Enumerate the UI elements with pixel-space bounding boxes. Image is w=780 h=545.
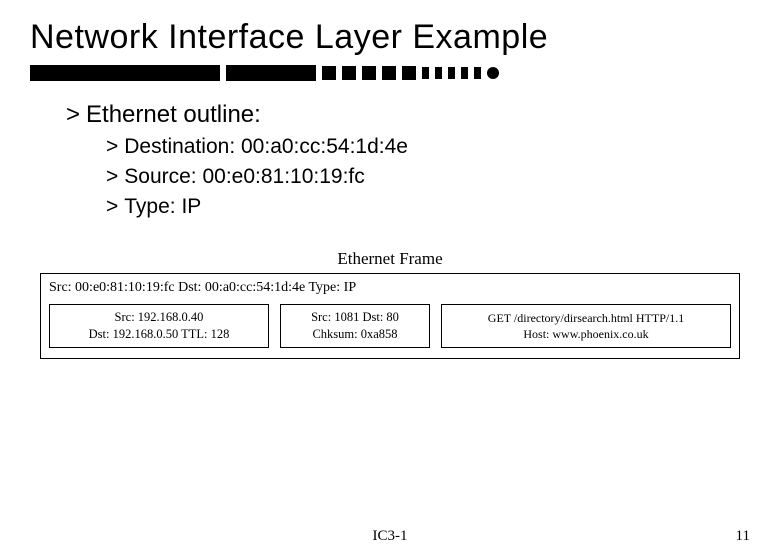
http-box: GET /directory/dirsearch.html HTTP/1.1 H… (441, 304, 731, 348)
tcp-box: Src: 1081 Dst: 80 Chksum: 0xa858 (280, 304, 430, 348)
outline-item: > Destination: 00:a0:cc:54:1d:4e (106, 135, 750, 159)
ip-line: Dst: 192.168.0.50 TTL: 128 (56, 326, 262, 343)
outline-heading: >Ethernet outline: (66, 101, 750, 129)
deco-bar (402, 66, 416, 80)
outline-item-text: Destination: 00:a0:cc:54:1d:4e (124, 135, 408, 158)
deco-bar (226, 65, 316, 81)
deco-bar (461, 67, 468, 79)
deco-bar (435, 67, 442, 79)
frame-label: Ethernet Frame (40, 249, 740, 269)
ethernet-header-line: Src: 00:e0:81:10:19:fc Dst: 00:a0:cc:54:… (49, 280, 731, 296)
outline-item: > Source: 00:e0:81:10:19:fc (106, 165, 750, 189)
chevron-icon: > (106, 135, 118, 159)
ip-line: Src: 192.168.0.40 (56, 309, 262, 326)
outline-heading-text: Ethernet outline: (86, 101, 261, 128)
content-area: >Ethernet outline: >Destination: 00:a0:c… (30, 101, 750, 219)
http-line: GET /directory/dirsearch.html HTTP/1.1 (448, 310, 724, 326)
tcp-line: Src: 1081 Dst: 80 (287, 309, 423, 326)
frame-diagram: Ethernet Frame Src: 00:e0:81:10:19:fc Ds… (40, 249, 740, 359)
outline-item: > Type: IP (106, 195, 750, 219)
tcp-line: Chksum: 0xa858 (287, 326, 423, 343)
chevron-icon: > (106, 165, 118, 189)
chevron-icon: > (66, 101, 80, 129)
deco-bar (382, 66, 396, 80)
ip-box: Src: 192.168.0.40 Dst: 192.168.0.50 TTL:… (49, 304, 269, 348)
ethernet-frame-box: Src: 00:e0:81:10:19:fc Dst: 00:a0:cc:54:… (40, 273, 740, 359)
deco-bar (422, 67, 429, 79)
page-number: 11 (736, 528, 750, 545)
outline-item-text: Source: 00:e0:81:10:19:fc (124, 165, 365, 188)
deco-bar (342, 66, 356, 80)
http-line: Host: www.phoenix.co.uk (448, 326, 724, 342)
chevron-icon: > (106, 195, 118, 219)
deco-bar (474, 67, 481, 79)
deco-bar (362, 66, 376, 80)
slide: Network Interface Layer Example >Etherne… (0, 0, 780, 359)
deco-bar (322, 66, 336, 80)
decorative-band (30, 63, 750, 83)
outline-item-text: Type: IP (124, 195, 201, 218)
deco-bar (30, 65, 220, 81)
footer-center: IC3-1 (373, 528, 408, 545)
deco-dot (487, 67, 499, 79)
outline-items: > Destination: 00:a0:cc:54:1d:4e > Source:… (66, 135, 750, 219)
deco-bar (448, 67, 455, 79)
slide-title: Network Interface Layer Example (30, 18, 750, 57)
inner-row: Src: 192.168.0.40 Dst: 192.168.0.50 TTL:… (49, 304, 731, 348)
